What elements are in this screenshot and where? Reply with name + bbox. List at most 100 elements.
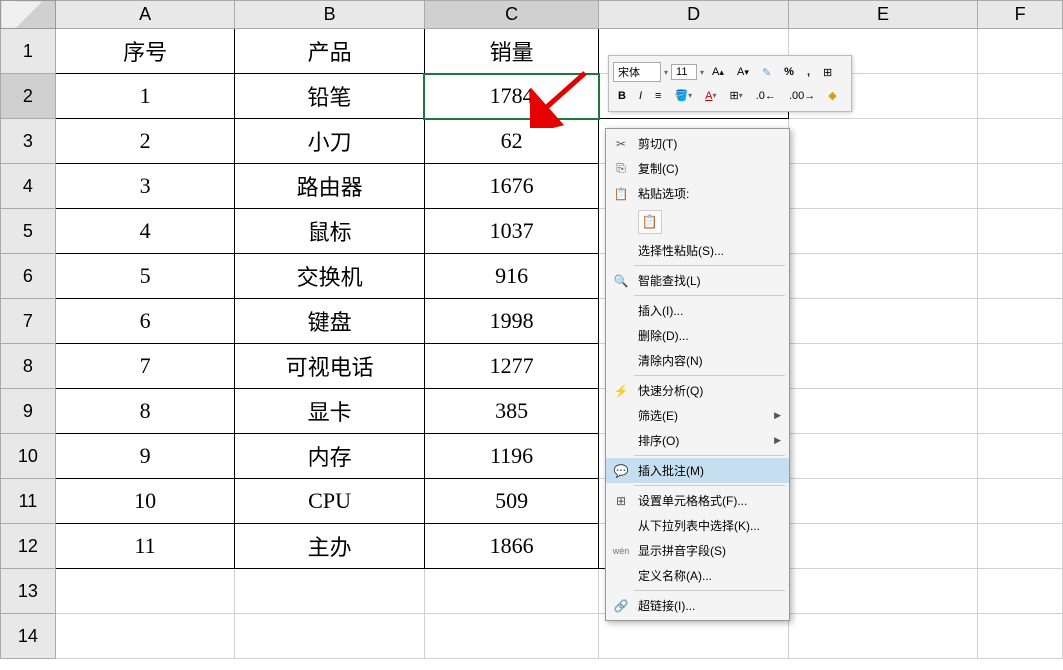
menu-quick-analysis[interactable]: ⚡ 快速分析(Q) bbox=[606, 378, 789, 403]
cell-a6[interactable]: 5 bbox=[55, 254, 234, 299]
cell-b11[interactable]: CPU bbox=[235, 479, 425, 524]
dropdown-icon[interactable]: ▾ bbox=[700, 68, 704, 77]
cell-e8[interactable] bbox=[788, 344, 977, 389]
cell-b12[interactable]: 主办 bbox=[235, 524, 425, 569]
cell-e7[interactable] bbox=[788, 299, 977, 344]
cell-c8[interactable]: 1277 bbox=[424, 344, 599, 389]
col-header-c[interactable]: C bbox=[424, 1, 599, 29]
bold-icon[interactable]: B bbox=[613, 87, 631, 105]
cell-a13[interactable] bbox=[55, 569, 234, 614]
align-icon[interactable]: ≡ bbox=[650, 87, 666, 105]
cell-b3[interactable]: 小刀 bbox=[235, 119, 425, 164]
col-header-e[interactable]: E bbox=[788, 1, 977, 29]
cell-f5[interactable] bbox=[978, 209, 1063, 254]
cell-f8[interactable] bbox=[978, 344, 1063, 389]
cell-c9[interactable]: 385 bbox=[424, 389, 599, 434]
cell-b5[interactable]: 鼠标 bbox=[235, 209, 425, 254]
fill-color-icon[interactable]: 🪣▾ bbox=[669, 86, 697, 105]
row-header-1[interactable]: 1 bbox=[1, 29, 56, 74]
menu-define-name[interactable]: 定义名称(A)... bbox=[606, 563, 789, 588]
cell-b6[interactable]: 交换机 bbox=[235, 254, 425, 299]
cell-f6[interactable] bbox=[978, 254, 1063, 299]
select-all-corner[interactable] bbox=[1, 1, 56, 29]
decimal-increase-icon[interactable]: .0← bbox=[751, 87, 781, 105]
cell-e3[interactable] bbox=[788, 119, 977, 164]
col-header-a[interactable]: A bbox=[55, 1, 234, 29]
paste-default-icon[interactable]: 📋 bbox=[638, 210, 662, 234]
border-icon[interactable]: ⊞ bbox=[818, 63, 837, 82]
col-header-b[interactable]: B bbox=[235, 1, 425, 29]
cell-c4[interactable]: 1676 bbox=[424, 164, 599, 209]
cell-e5[interactable] bbox=[788, 209, 977, 254]
menu-insert-comment[interactable]: 💬 插入批注(M) bbox=[606, 458, 789, 483]
decimal-decrease-icon[interactable]: .00→ bbox=[784, 87, 820, 105]
cell-e12[interactable] bbox=[788, 524, 977, 569]
cell-f13[interactable] bbox=[978, 569, 1063, 614]
cell-e11[interactable] bbox=[788, 479, 977, 524]
row-header-10[interactable]: 10 bbox=[1, 434, 56, 479]
cell-a7[interactable]: 6 bbox=[55, 299, 234, 344]
cell-e14[interactable] bbox=[788, 614, 977, 659]
cell-b1[interactable]: 产品 bbox=[235, 29, 425, 74]
borders-icon[interactable]: ⊞▾ bbox=[725, 86, 748, 105]
cell-f1[interactable] bbox=[978, 29, 1063, 74]
row-header-2[interactable]: 2 bbox=[1, 74, 56, 119]
spreadsheet-grid[interactable]: A B C D E F 1 序号 产品 销量 2 1 铅笔 1784 邦邦1 3… bbox=[0, 0, 1063, 659]
cell-f10[interactable] bbox=[978, 434, 1063, 479]
cell-c3[interactable]: 62 bbox=[424, 119, 599, 164]
row-header-8[interactable]: 8 bbox=[1, 344, 56, 389]
cell-b2[interactable]: 铅笔 bbox=[235, 74, 425, 119]
menu-filter[interactable]: 筛选(E) ▶ bbox=[606, 403, 789, 428]
clear-format-icon[interactable]: ◆ bbox=[823, 86, 841, 105]
cell-a14[interactable] bbox=[55, 614, 234, 659]
col-header-f[interactable]: F bbox=[978, 1, 1063, 29]
dropdown-icon[interactable]: ▾ bbox=[664, 68, 668, 77]
row-header-4[interactable]: 4 bbox=[1, 164, 56, 209]
cell-f9[interactable] bbox=[978, 389, 1063, 434]
font-name-select[interactable]: 宋体 bbox=[613, 62, 661, 82]
cell-e6[interactable] bbox=[788, 254, 977, 299]
cell-b14[interactable] bbox=[235, 614, 425, 659]
increase-font-icon[interactable]: A▴ bbox=[707, 63, 729, 81]
cell-f7[interactable] bbox=[978, 299, 1063, 344]
col-header-d[interactable]: D bbox=[599, 1, 788, 29]
cell-c13[interactable] bbox=[424, 569, 599, 614]
cell-e4[interactable] bbox=[788, 164, 977, 209]
menu-insert[interactable]: 插入(I)... bbox=[606, 298, 789, 323]
cell-a9[interactable]: 8 bbox=[55, 389, 234, 434]
cell-b13[interactable] bbox=[235, 569, 425, 614]
menu-paste-special[interactable]: 选择性粘贴(S)... bbox=[606, 238, 789, 263]
menu-paste-options[interactable]: 📋 粘贴选项: bbox=[606, 181, 789, 206]
row-header-9[interactable]: 9 bbox=[1, 389, 56, 434]
menu-sort[interactable]: 排序(O) ▶ bbox=[606, 428, 789, 453]
cell-f11[interactable] bbox=[978, 479, 1063, 524]
cell-f12[interactable] bbox=[978, 524, 1063, 569]
row-header-3[interactable]: 3 bbox=[1, 119, 56, 164]
decrease-font-icon[interactable]: A▾ bbox=[732, 63, 754, 81]
font-size-select[interactable]: 11 bbox=[671, 64, 697, 80]
menu-clear-contents[interactable]: 清除内容(N) bbox=[606, 348, 789, 373]
row-header-12[interactable]: 12 bbox=[1, 524, 56, 569]
cell-c2-selected[interactable]: 1784 bbox=[424, 74, 599, 119]
menu-smart-lookup[interactable]: 🔍 智能查找(L) bbox=[606, 268, 789, 293]
cell-a4[interactable]: 3 bbox=[55, 164, 234, 209]
menu-dropdown-pick[interactable]: 从下拉列表中选择(K)... bbox=[606, 513, 789, 538]
cell-c10[interactable]: 1196 bbox=[424, 434, 599, 479]
cell-f4[interactable] bbox=[978, 164, 1063, 209]
cell-f14[interactable] bbox=[978, 614, 1063, 659]
cell-c11[interactable]: 509 bbox=[424, 479, 599, 524]
menu-copy[interactable]: ⎘ 复制(C) bbox=[606, 156, 789, 181]
cell-f3[interactable] bbox=[978, 119, 1063, 164]
cell-c6[interactable]: 916 bbox=[424, 254, 599, 299]
menu-delete[interactable]: 删除(D)... bbox=[606, 323, 789, 348]
cell-b10[interactable]: 内存 bbox=[235, 434, 425, 479]
cell-b8[interactable]: 可视电话 bbox=[235, 344, 425, 389]
font-color-icon[interactable]: A▾ bbox=[700, 87, 721, 105]
cell-c5[interactable]: 1037 bbox=[424, 209, 599, 254]
cell-a12[interactable]: 11 bbox=[55, 524, 234, 569]
row-header-13[interactable]: 13 bbox=[1, 569, 56, 614]
cell-b9[interactable]: 显卡 bbox=[235, 389, 425, 434]
percent-icon[interactable]: % bbox=[779, 63, 799, 81]
comma-icon[interactable]: , bbox=[802, 63, 815, 81]
row-header-7[interactable]: 7 bbox=[1, 299, 56, 344]
